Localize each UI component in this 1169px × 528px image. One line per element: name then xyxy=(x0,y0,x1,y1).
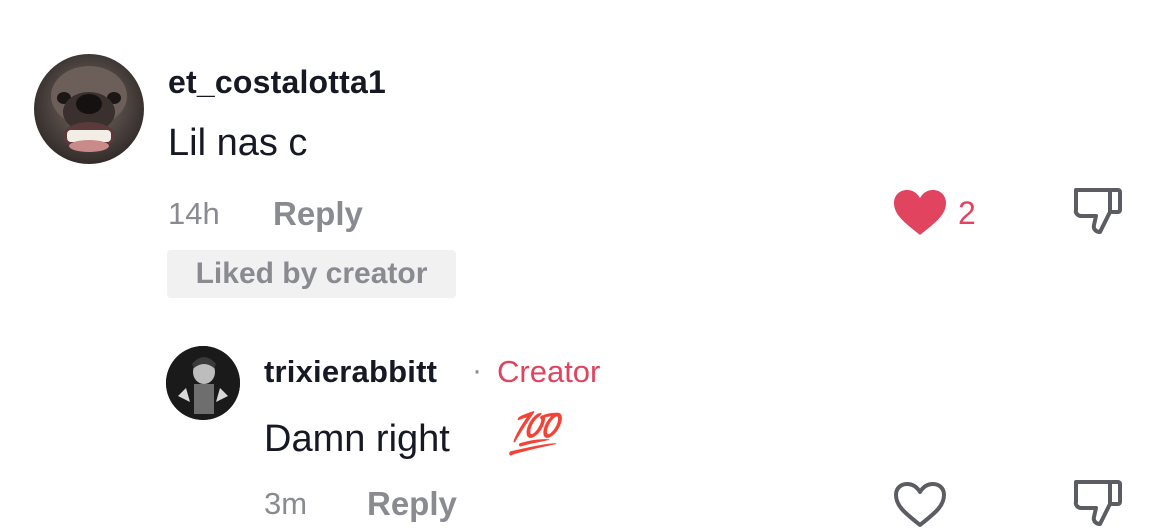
reply-timestamp: 3m xyxy=(264,486,308,521)
comment-username[interactable]: et_costalotta1 xyxy=(168,64,386,101)
reply-text: Damn right xyxy=(264,418,450,460)
character-avatar-icon xyxy=(166,346,240,420)
creator-tag: Creator xyxy=(497,354,601,389)
avatar[interactable] xyxy=(166,346,240,420)
thumbs-down-icon[interactable] xyxy=(1072,478,1124,528)
reply-button[interactable]: Reply xyxy=(367,485,457,523)
reply-username[interactable]: trixierabbitt xyxy=(264,354,437,390)
liked-by-creator-badge: Liked by creator xyxy=(167,250,456,298)
hundred-points-emoji: 💯 xyxy=(508,412,558,456)
separator-dot: · xyxy=(472,354,482,387)
comment-timestamp: 14h xyxy=(168,196,220,231)
thumbs-down-icon[interactable] xyxy=(1072,186,1124,236)
avatar[interactable] xyxy=(34,54,144,164)
heart-filled-icon[interactable] xyxy=(893,190,947,236)
reply-button[interactable]: Reply xyxy=(273,195,363,233)
heart-outline-icon[interactable] xyxy=(893,482,947,528)
dog-avatar-icon xyxy=(51,66,127,152)
comment-text: Lil nas c xyxy=(168,122,308,164)
like-count: 2 xyxy=(958,195,976,231)
